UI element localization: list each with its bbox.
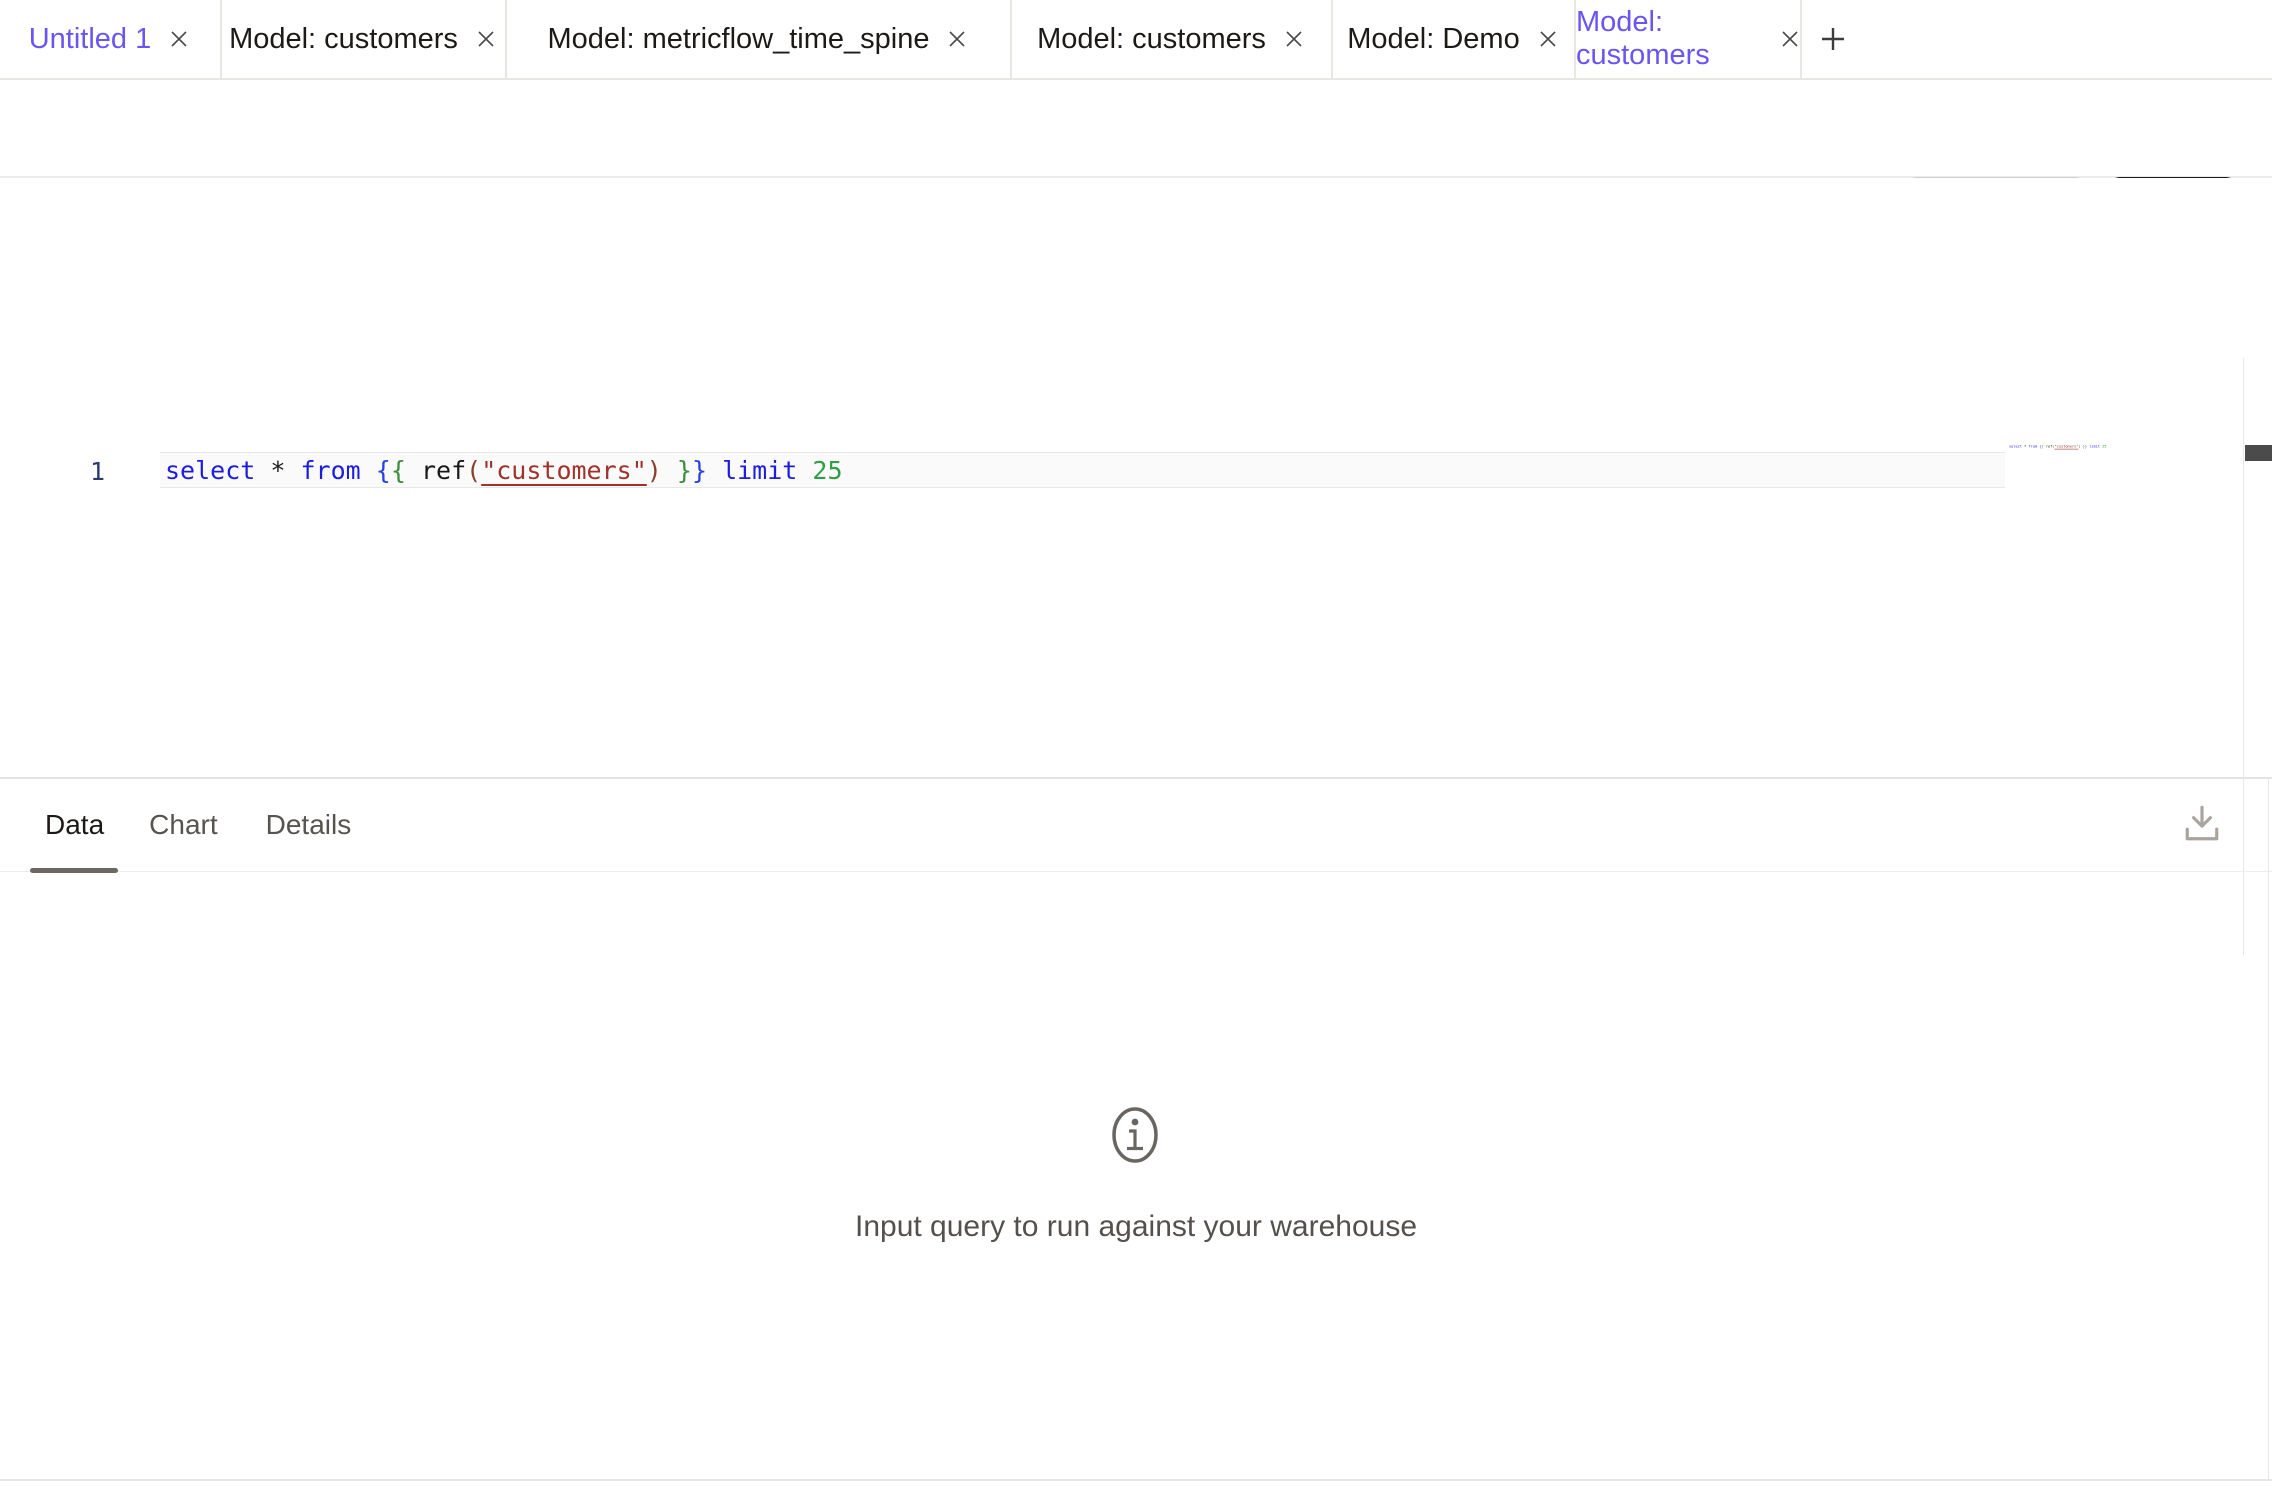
results-tabs-divider <box>0 871 2272 872</box>
tab-model-customers-3[interactable]: Model: customers <box>1576 0 1802 78</box>
tab-details[interactable]: Details <box>266 809 352 841</box>
close-icon <box>169 29 189 49</box>
tab-close-button[interactable] <box>945 27 969 51</box>
empty-state-message: Input query to run against your warehous… <box>0 1210 2272 1244</box>
results-scrollbar-track <box>2268 779 2269 1479</box>
editor-active-line[interactable]: select * from {{ ref("customers") }} lim… <box>160 452 2005 488</box>
ide-window: Untitled 1 Model: customers Model: metri… <box>0 0 2272 1486</box>
close-icon <box>947 29 967 49</box>
tab-chart[interactable]: Chart <box>149 809 217 841</box>
tab-close-button[interactable] <box>474 27 498 51</box>
tab-label: Untitled 1 <box>29 23 152 56</box>
code-editor[interactable]: 1 select * from {{ ref("customers") }} l… <box>0 178 2272 777</box>
tab-label: Model: customers <box>229 23 458 56</box>
tab-model-metricflow-time-spine[interactable]: Model: metricflow_time_spine <box>507 0 1012 78</box>
new-tab-button[interactable] <box>1802 0 1864 78</box>
tab-data[interactable]: Data <box>45 809 104 841</box>
tab-label: Model: metricflow_time_spine <box>548 23 930 56</box>
download-icon <box>2184 804 2220 844</box>
window-bottom-border <box>0 1479 2272 1481</box>
results-tab-bar: Data Chart Details <box>0 779 2272 871</box>
close-icon <box>476 29 496 49</box>
tab-close-button[interactable] <box>1282 27 1306 51</box>
code-line: select * from {{ ref("customers") }} lim… <box>160 456 843 485</box>
tab-bar: Untitled 1 Model: customers Model: metri… <box>0 0 2272 80</box>
tab-untitled-1[interactable]: Untitled 1 <box>0 0 222 78</box>
tab-model-customers-1[interactable]: Model: customers <box>222 0 507 78</box>
tab-label: Model: Demo <box>1347 23 1519 56</box>
active-tab-underline <box>30 868 118 873</box>
tab-model-demo[interactable]: Model: Demo <box>1333 0 1576 78</box>
tab-close-button[interactable] <box>167 27 191 51</box>
tab-close-button[interactable] <box>1780 27 1800 51</box>
editor-toolbar: Develop Run <box>0 80 2272 178</box>
plus-icon <box>1820 26 1846 52</box>
info-circle-icon <box>1111 1104 1159 1166</box>
close-icon <box>1538 29 1558 49</box>
tab-label: Model: customers <box>1037 23 1266 56</box>
editor-scrollbar-thumb[interactable] <box>2245 445 2272 461</box>
close-icon <box>1780 29 1800 49</box>
minimap-code-line: select * from {{ ref("customers") }} lim… <box>2009 444 2081 448</box>
line-number: 1 <box>60 457 105 486</box>
tab-close-button[interactable] <box>1536 27 1560 51</box>
tab-model-customers-2[interactable]: Model: customers <box>1012 0 1333 78</box>
download-results-button[interactable] <box>2182 802 2222 846</box>
close-icon <box>1284 29 1304 49</box>
editor-minimap: select * from {{ ref("customers") }} lim… <box>2009 444 2249 460</box>
tab-label: Model: customers <box>1576 6 1764 72</box>
